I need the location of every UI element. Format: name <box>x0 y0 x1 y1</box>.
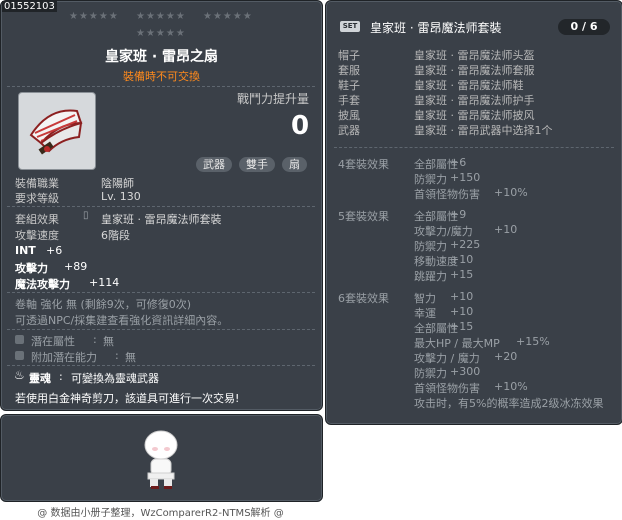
potential-icon <box>15 335 24 344</box>
fan-weapon-icon <box>29 109 83 155</box>
set-piece-slot: 帽子 <box>338 49 360 62</box>
set-piece-name: 皇家班 · 雷昂魔法师护手 <box>414 94 535 107</box>
soul-flame-icon: ♨ <box>14 368 25 382</box>
stat-attack-name: 攻擊力 <box>15 262 48 275</box>
set-bonus-stat-value: +15 <box>450 320 474 333</box>
set-piece-slot: 套服 <box>338 64 360 77</box>
set-bonus-stat-value: +10 <box>450 253 474 266</box>
avatar-preview-panel <box>0 414 323 502</box>
set-piece-name: 皇家班 · 雷昂魔法师鞋 <box>414 79 524 92</box>
set-name: 皇家班 · 雷昂魔法师套裝 <box>370 21 502 35</box>
set-bonus-stat-value: +10% <box>494 380 528 393</box>
set-bonus-stat-name: 攻擊力 / 魔力 <box>414 352 480 365</box>
set-bonus-stat-value: +10 <box>450 305 474 318</box>
set-bonus-stat-value: +6 <box>450 156 467 169</box>
scroll-info: 卷軸 強化 無 (剩餘9次，可修復0次) <box>15 298 192 311</box>
set-bonus-stat-value: +10 <box>494 223 518 236</box>
set-bonus-stat-name: 首領怪物伤害 <box>414 188 480 201</box>
star-force-row-4: ★★★★★ <box>136 28 186 39</box>
level-value: Lv. 130 <box>101 190 141 203</box>
set-bonus-stat-value: +300 <box>450 365 481 378</box>
set-piece-slot: 手套 <box>338 94 360 107</box>
set-piece-name: 皇家班 · 雷昂魔法师头盔 <box>414 49 535 62</box>
set-bonus-stat-name: 跳躍力 <box>414 270 447 283</box>
tag-fan: 扇 <box>282 157 307 172</box>
footer-credit: @ 数据由小册子整理，WzComparerR2-NTMS解析 @ <box>37 508 284 519</box>
addl-potential-value: 無 <box>125 351 136 364</box>
set-bonus-stat-name: 攻擊力/魔力 <box>414 225 473 238</box>
set-bonus-label: 4套裝效果 <box>338 158 389 171</box>
attack-speed-label: 攻擊速度 <box>15 229 59 242</box>
potential-value: 無 <box>103 335 114 348</box>
addl-potential-label: 附加潛在能力 <box>31 351 97 364</box>
addl-potential-icon <box>15 351 24 360</box>
set-bonus-stat-name: 攻击时，有5%的概率造成2级冰冻效果 <box>414 397 604 410</box>
star-force-row-2: ★★★★★ <box>136 11 186 22</box>
star-force-row-1: ★★★★★ <box>69 11 119 22</box>
set-bonus-stat-name: 防禦力 <box>414 240 447 253</box>
set-piece-name: 皇家班 · 雷昂魔法师披风 <box>414 109 535 122</box>
enhance-info: 可透過NPC/採集建查看強化資訊詳細內容。 <box>15 314 229 327</box>
power-label: 戰鬥力提升量 <box>237 92 310 106</box>
attack-speed-value: 6階段 <box>101 229 130 242</box>
set-count: 0 / 6 <box>558 19 610 35</box>
set-piece-slot: 鞋子 <box>338 79 360 92</box>
stat-int-name: INT <box>15 244 36 257</box>
set-bonus-stat-value: +10 <box>450 290 474 303</box>
set-bonus-stat-value: +15% <box>516 335 550 348</box>
star-force-row-3: ★★★★★ <box>203 11 253 22</box>
set-bonus-stat-name: 防禦力 <box>414 173 447 186</box>
set-piece-name: 皇家班 · 雷昂魔法师套服 <box>414 64 535 77</box>
item-name: 皇家班 · 雷昂之扇 <box>104 49 219 65</box>
set-piece-slot: 武器 <box>338 124 360 137</box>
job-value: 陰陽師 <box>101 177 134 190</box>
set-bonus-stat-name: 幸運 <box>414 307 436 320</box>
item-icon-frame <box>18 92 96 170</box>
set-bonus-stat-name: 首領怪物伤害 <box>414 382 480 395</box>
tag-weapon: 武器 <box>196 157 232 172</box>
stat-attack-value: +89 <box>64 260 88 273</box>
lock-icon: ▯ <box>83 210 89 221</box>
soul-label: 靈魂 <box>29 372 51 385</box>
set-bonus-stat-name: 防禦力 <box>414 367 447 380</box>
set-bonus-label: 5套裝效果 <box>338 210 389 223</box>
power-value: 0 <box>291 111 310 141</box>
job-label: 裝備職業 <box>15 177 59 190</box>
set-piece-slot: 披風 <box>338 109 360 122</box>
character-avatar <box>144 430 178 489</box>
set-effect-label: 套組效果 <box>15 213 59 226</box>
set-effect-value: 皇家班 · 雷昂魔法师套裝 <box>101 213 222 226</box>
set-bonus-stat-value: +225 <box>450 238 481 251</box>
stat-int-value: +6 <box>46 244 63 257</box>
scissors-note: 若使用白金神奇剪刀，該道具可進行一次交易! <box>15 392 240 405</box>
item-tooltip-panel: 01552103 ★★★★★ ★★★★★ ★★★★★ ★★★★★ 皇家班 · 雷… <box>0 0 323 411</box>
set-bonus-stat-value: +9 <box>450 208 467 221</box>
trade-note: 裝備時不可交換 <box>123 70 200 83</box>
stat-magic-name: 魔法攻擊力 <box>15 278 70 291</box>
set-bonus-label: 6套裝效果 <box>338 292 389 305</box>
tag-two-handed: 雙手 <box>239 157 275 172</box>
set-bonus-stat-value: +20 <box>494 350 518 363</box>
soul-value: 可變換為靈魂武器 <box>71 372 159 385</box>
item-id: 01552103 <box>2 1 57 12</box>
set-bonus-stat-name: 最大HP / 最大MP <box>414 337 500 350</box>
set-piece-name: 皇家班 · 雷昂武器中选择1个 <box>414 124 553 137</box>
set-badge: SET <box>340 21 360 32</box>
potential-label: 潛在屬性 <box>31 335 75 348</box>
set-bonus-stat-value: +150 <box>450 171 481 184</box>
level-label: 要求等級 <box>15 192 59 205</box>
set-info-panel: SET 皇家班 · 雷昂魔法师套裝 0 / 6 帽子 皇家班 · 雷昂魔法师头盔套… <box>325 0 622 425</box>
set-bonus-stat-value: +10% <box>494 186 528 199</box>
stat-magic-value: +114 <box>89 276 120 289</box>
set-bonus-stat-value: +15 <box>450 268 474 281</box>
set-bonus-stat-name: 智力 <box>414 292 436 305</box>
